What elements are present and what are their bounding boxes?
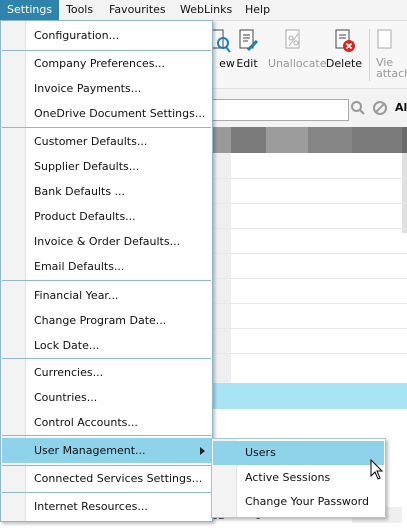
menu-item-product-defaults[interactable]: Product Defaults... — [2, 204, 211, 229]
menu-separator — [2, 435, 211, 436]
grid-column-shade — [402, 153, 407, 233]
menu-item-currencies[interactable]: Currencies... — [2, 360, 211, 385]
submenu-item-change-password[interactable]: Change Your Password — [213, 490, 384, 514]
menu-item-label: Countries... — [34, 391, 98, 404]
view-attachments-icon — [377, 29, 392, 49]
menu-item-label: Configuration... — [34, 29, 120, 42]
submenu-item-users[interactable]: Users — [213, 441, 384, 465]
menu-item-label: Internet Resources... — [34, 500, 148, 513]
menu-tools[interactable]: Tools — [59, 0, 100, 20]
edit-icon — [239, 29, 259, 52]
submenu-arrow-icon — [200, 447, 205, 455]
filter-label: Al — [395, 101, 407, 114]
menu-settings[interactable]: Settings — [0, 0, 60, 20]
menu-item-label: Customer Defaults... — [34, 135, 148, 148]
menu-item-label: Supplier Defaults... — [34, 160, 140, 173]
menu-item-label: OneDrive Document Settings... — [34, 107, 206, 120]
grid-header-cell — [352, 127, 402, 153]
menu-item-label: Product Defaults... — [34, 210, 136, 223]
unallocate-button[interactable]: Unallocate — [268, 28, 326, 70]
grid-header-cell — [266, 127, 308, 153]
grid-header-cell — [402, 127, 407, 153]
menu-separator — [2, 127, 211, 128]
view-attachments-button[interactable]: Vie attach — [372, 28, 407, 79]
menu-item-label: Company Preferences... — [34, 57, 166, 70]
menu-item-bank-defaults[interactable]: Bank Defaults ... — [2, 179, 211, 204]
menu-item-invoice-order-defaults[interactable]: Invoice & Order Defaults... — [2, 229, 211, 254]
menu-item-financial-year[interactable]: Financial Year... — [2, 283, 211, 308]
edit-button[interactable]: Edit — [224, 28, 270, 70]
menu-item-countries[interactable]: Countries... — [2, 385, 211, 410]
menu-item-control-accounts[interactable]: Control Accounts... — [2, 410, 211, 435]
menu-item-user-management[interactable]: User Management... — [2, 438, 211, 463]
submenu-item-label: Change Your Password — [245, 495, 369, 508]
menu-item-connected-services[interactable]: Connected Services Settings... — [2, 466, 211, 491]
settings-menu: Configuration... Company Preferences... … — [0, 20, 213, 522]
unallocate-button-label: Unallocate — [268, 57, 327, 70]
mouse-cursor-icon — [370, 459, 384, 480]
menu-favourites[interactable]: Favourites — [102, 0, 173, 20]
selected-row[interactable] — [211, 383, 407, 409]
menu-item-label: Bank Defaults ... — [34, 185, 126, 198]
menu-item-label: Control Accounts... — [34, 416, 138, 429]
menu-item-label: Change Program Date... — [34, 314, 167, 327]
menu-item-label: Financial Year... — [34, 289, 119, 302]
grid-header-cell — [308, 127, 352, 153]
delete-button-label: Delete — [325, 57, 363, 70]
menu-item-label: Email Defaults... — [34, 260, 125, 273]
menu-separator — [2, 358, 211, 359]
menu-item-configuration[interactable]: Configuration... — [2, 23, 211, 48]
grid-header-cell — [211, 127, 231, 153]
search-icon[interactable] — [350, 100, 366, 116]
search-input[interactable] — [207, 99, 349, 121]
menu-item-company-preferences[interactable]: Company Preferences... — [2, 51, 211, 76]
user-management-submenu: Users Active Sessions Change Your Passwo… — [211, 438, 386, 518]
menu-bar: Settings Tools Favourites WebLinks Help — [0, 0, 407, 21]
menu-item-change-program-date[interactable]: Change Program Date... — [2, 308, 211, 333]
menu-item-email-defaults[interactable]: Email Defaults... — [2, 254, 211, 279]
submenu-item-active-sessions[interactable]: Active Sessions — [213, 466, 384, 490]
grid-header-cell — [231, 127, 266, 153]
menu-item-label: Invoice Payments... — [34, 82, 142, 95]
view-attachments-label-2: attach — [376, 67, 407, 80]
menu-item-label: Currencies... — [34, 366, 104, 379]
submenu-item-label: Users — [245, 446, 276, 459]
menu-item-supplier-defaults[interactable]: Supplier Defaults... — [2, 154, 211, 179]
menu-item-customer-defaults[interactable]: Customer Defaults... — [2, 129, 211, 154]
menu-item-invoice-payments[interactable]: Invoice Payments... — [2, 76, 211, 101]
menu-weblinks[interactable]: WebLinks — [173, 0, 239, 20]
menu-help[interactable]: Help — [238, 0, 277, 20]
menu-item-label: Invoice & Order Defaults... — [34, 235, 181, 248]
menu-item-label: Connected Services Settings... — [34, 472, 203, 485]
menu-separator — [2, 280, 211, 281]
submenu-item-label: Active Sessions — [245, 471, 331, 484]
delete-icon — [335, 29, 355, 52]
unallocate-icon — [285, 29, 300, 49]
menu-item-onedrive-settings[interactable]: OneDrive Document Settings... — [2, 101, 211, 126]
menu-item-label: User Management... — [34, 444, 146, 457]
menu-item-lock-date[interactable]: Lock Date... — [2, 333, 211, 358]
toolbar-separator — [369, 29, 370, 81]
menu-separator — [2, 492, 211, 493]
menu-item-internet-resources[interactable]: Internet Resources... — [2, 494, 211, 519]
edit-button-label: Edit — [236, 57, 258, 70]
delete-button[interactable]: Delete — [321, 28, 367, 70]
menu-item-label: Lock Date... — [34, 339, 100, 352]
clear-search-icon[interactable] — [372, 100, 388, 116]
